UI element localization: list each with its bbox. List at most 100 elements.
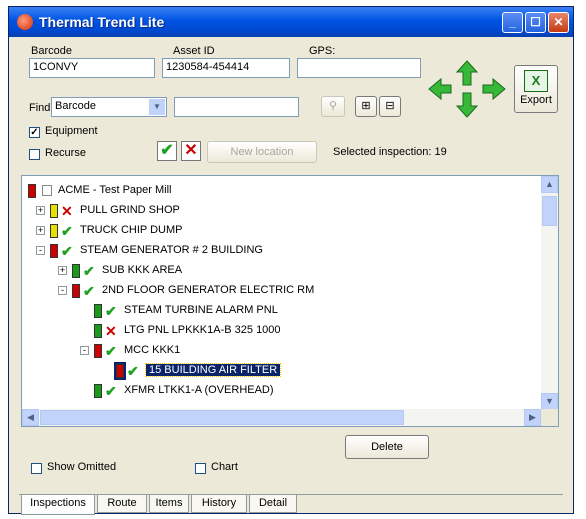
tree-node[interactable]: + ✔ TRUCK CHIP DUMP (22, 222, 532, 240)
tree-node-label: LTG PNL LPKKK1A-B 325 1000 (124, 324, 281, 336)
tree-node[interactable]: + ✕ PULL GRIND SHOP (22, 202, 532, 220)
barcode-input[interactable]: 1CONVY (29, 58, 155, 78)
status-indicator-icon (72, 264, 80, 278)
green-check-icon: ✔ (160, 142, 174, 159)
asset-id-label: Asset ID (173, 45, 215, 57)
maximize-button[interactable]: ☐ (525, 12, 546, 33)
tree-node-label: ACME - Test Paper Mill (58, 184, 172, 196)
collapse-all-icon: ⊟ (385, 100, 395, 112)
tree-node[interactable]: + ✔ SUB KKK AREA (22, 262, 532, 280)
maximize-icon: ☐ (530, 15, 541, 29)
status-indicator-icon (50, 244, 58, 258)
new-location-button[interactable]: New location (207, 141, 317, 163)
expand-icon[interactable]: + (58, 266, 67, 275)
gps-input[interactable] (297, 58, 421, 78)
status-indicator-icon (94, 324, 102, 338)
scroll-corner (541, 409, 558, 426)
title-bar[interactable]: Thermal Trend Lite _ ☐ ✕ (9, 7, 573, 37)
status-indicator-icon (114, 362, 126, 380)
red-x-icon: ✕ (105, 323, 117, 339)
scroll-left-icon[interactable]: ◀ (22, 409, 39, 426)
tree-node-label: 2ND FLOOR GENERATOR ELECTRIC RM (102, 284, 315, 296)
tab-detail[interactable]: Detail (249, 495, 297, 513)
empty-box-icon (42, 185, 52, 196)
arrow-left-icon[interactable] (428, 77, 452, 101)
status-indicator-icon (28, 184, 36, 198)
green-check-icon: ✔ (127, 363, 139, 379)
green-check-icon: ✔ (61, 243, 73, 259)
find-by-select[interactable]: Barcode ▼ (51, 97, 167, 117)
tree-node-label: SUB KKK AREA (102, 264, 183, 276)
find-input[interactable] (174, 97, 299, 117)
expand-all-button[interactable]: ⊞ (355, 96, 377, 117)
asset-id-input[interactable]: 1230584-454414 (162, 58, 290, 78)
collapse-icon[interactable]: - (58, 286, 67, 295)
status-indicator-icon (72, 284, 80, 298)
close-button[interactable]: ✕ (548, 12, 569, 33)
scroll-down-icon[interactable]: ▼ (541, 393, 558, 410)
chart-checkbox[interactable] (195, 463, 206, 474)
show-omitted-checkbox[interactable] (31, 463, 42, 474)
scroll-right-icon[interactable]: ▶ (524, 409, 541, 426)
reject-button[interactable]: ✕ (181, 141, 201, 161)
gps-label: GPS: (309, 45, 336, 57)
equipment-label: Equipment (45, 125, 98, 137)
collapse-icon[interactable]: - (36, 246, 45, 255)
delete-button[interactable]: Delete (345, 435, 429, 459)
tree-node[interactable]: ✕ LTG PNL LPKKK1A-B 325 1000 (22, 322, 532, 340)
app-window: Thermal Trend Lite _ ☐ ✕ Barcode 1CONVY … (8, 6, 574, 515)
arrow-right-icon[interactable] (482, 77, 506, 101)
tree-vertical-scrollbar[interactable]: ▲ ▼ (541, 176, 558, 410)
nav-arrows (427, 59, 507, 119)
tree-node-label: 15 BUILDING AIR FILTER (144, 363, 282, 377)
status-indicator-icon (94, 384, 102, 398)
tree-node[interactable]: ✔ XFMR LTKK1-A (OVERHEAD) (22, 382, 532, 400)
tab-history[interactable]: History (191, 495, 247, 513)
tree-node-label: STEAM GENERATOR # 2 BUILDING (80, 244, 263, 256)
collapse-all-button[interactable]: ⊟ (379, 96, 401, 117)
scroll-up-icon[interactable]: ▲ (541, 176, 558, 193)
accept-button[interactable]: ✔ (157, 141, 177, 161)
green-check-icon: ✔ (61, 223, 73, 239)
status-indicator-icon (50, 224, 58, 238)
arrow-down-icon[interactable] (455, 92, 479, 118)
green-check-icon: ✔ (105, 303, 117, 319)
red-x-icon: ✕ (61, 203, 73, 219)
tree-horizontal-scrollbar[interactable]: ◀ ▶ (22, 409, 541, 426)
selected-inspection-text: Selected inspection: 19 (333, 146, 447, 158)
green-check-icon: ✔ (105, 343, 117, 359)
recurse-checkbox[interactable] (29, 149, 40, 160)
find-by-value: Barcode (55, 100, 96, 112)
horizontal-scroll-thumb[interactable] (40, 410, 404, 425)
minimize-icon: _ (509, 15, 516, 29)
tree-node[interactable]: - ✔ 2ND FLOOR GENERATOR ELECTRIC RM (22, 282, 532, 300)
dropdown-arrow-icon: ▼ (149, 99, 165, 115)
expand-icon[interactable]: + (36, 226, 45, 235)
tree-node[interactable]: ✔ 15 BUILDING AIR FILTER (22, 362, 532, 380)
tree-node-label: TRUCK CHIP DUMP (80, 224, 183, 236)
checkmark-icon: ✓ (30, 127, 39, 138)
tree-node[interactable]: ✔ STEAM TURBINE ALARM PNL (22, 302, 532, 320)
tab-inspections[interactable]: Inspections (21, 495, 95, 515)
tab-route[interactable]: Route (97, 495, 147, 513)
find-button[interactable]: ⚲ (321, 96, 345, 117)
tree-node[interactable]: ACME - Test Paper Mill (22, 182, 532, 200)
collapse-icon[interactable]: - (80, 346, 89, 355)
equipment-checkbox[interactable]: ✓ (29, 127, 40, 138)
magnifier-icon: ⚲ (328, 100, 338, 112)
green-check-icon: ✔ (83, 263, 95, 279)
status-indicator-icon (94, 304, 102, 318)
minimize-button[interactable]: _ (502, 12, 523, 33)
green-check-icon: ✔ (105, 383, 117, 399)
tab-items[interactable]: Items (149, 495, 189, 513)
asset-tree[interactable]: ACME - Test Paper Mill + ✕ PULL GRIND SHOP +… (21, 175, 559, 427)
tree-node-label: STEAM TURBINE ALARM PNL (124, 304, 278, 316)
tree-node-label: PULL GRIND SHOP (80, 204, 180, 216)
expand-icon[interactable]: + (36, 206, 45, 215)
vertical-scroll-thumb[interactable] (542, 196, 557, 226)
app-icon (17, 14, 33, 30)
arrow-up-icon[interactable] (455, 60, 479, 86)
tree-node[interactable]: - ✔ MCC KKK1 (22, 342, 532, 360)
export-button[interactable]: X Export (514, 65, 558, 113)
tree-node[interactable]: - ✔ STEAM GENERATOR # 2 BUILDING (22, 242, 532, 260)
